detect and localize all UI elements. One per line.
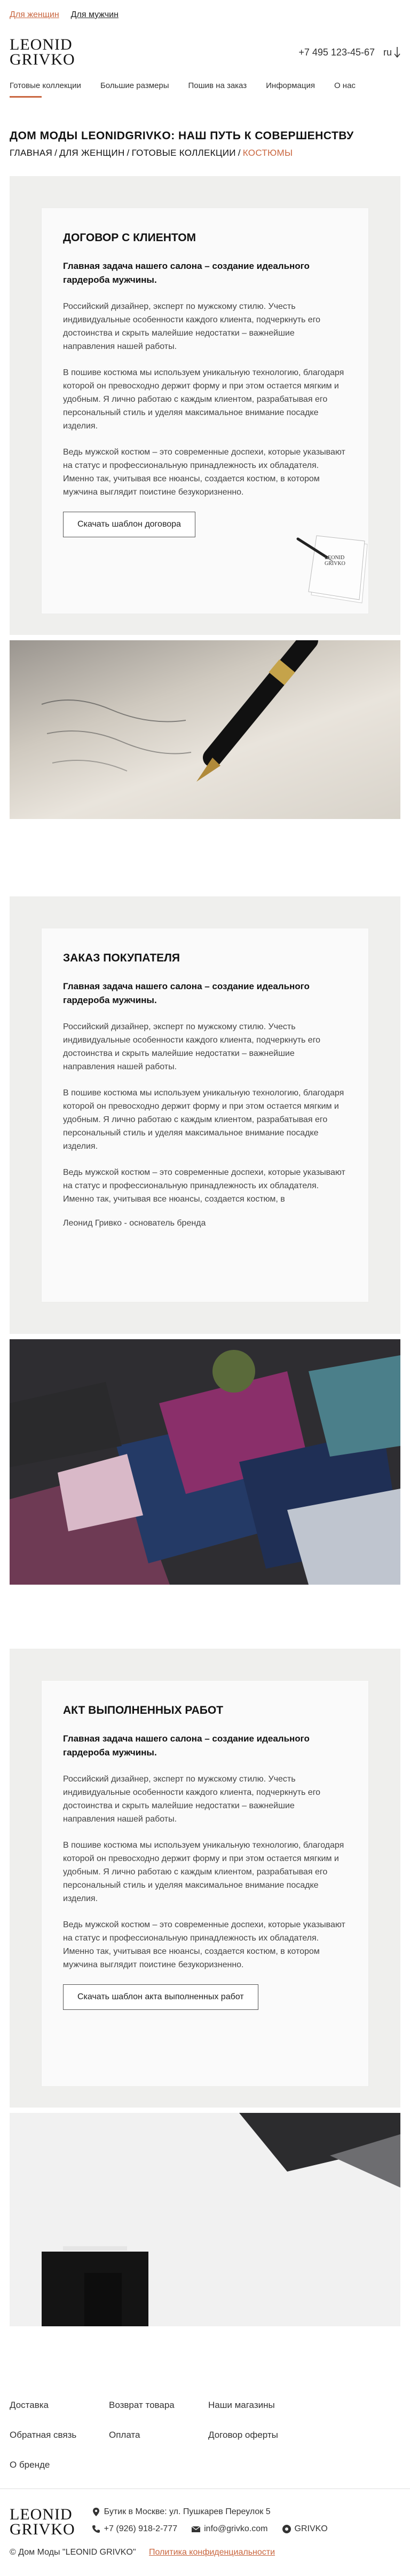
nav-ready-collections[interactable]: Готовые коллекции [10,81,81,90]
fabric-photo [10,1339,400,1585]
logo-line2: GRIVKO [10,2521,75,2538]
breadcrumb-separator: / [127,148,130,158]
page-title: ДОМ МОДЫ LEONIDGRIVKO: НАШ ПУТЬ К СОВЕРШ… [10,130,354,142]
notebook-photo [10,2113,400,2326]
section-lead: Главная задача нашего салона – создание … [63,981,310,1005]
nav-custom-tailoring[interactable]: Пошив на заказ [188,81,247,90]
footer-email[interactable]: info@grivko.com [191,2524,268,2534]
section-paragraph: Ведь мужской костюм – это современные до… [63,1168,345,1204]
social-text: GRIVKO [294,2524,328,2533]
phone-text: +7 (926) 918-2-777 [104,2524,178,2533]
footer: Доставка Возврат товара Наши магазины Об… [0,2390,410,2568]
phone-icon [92,2525,100,2533]
footer-address: Бутик в Москве: ул. Пушкарев Переулок 5 [91,2507,328,2517]
document-illustration: LEONID GRIVKO [287,528,378,608]
logo-line2: GRIVKO [10,51,75,68]
arrow-down-icon [394,47,400,58]
privacy-policy-link[interactable]: Политика конфиденциальности [149,2548,275,2557]
author-signature: Леонид Гривко - основатель бренда [63,1219,206,1228]
section-paragraph: В пошиве костюма мы используем уникальну… [63,1841,344,1903]
email-text: info@grivko.com [204,2524,268,2533]
nav-information[interactable]: Информация [266,81,315,90]
breadcrumb-collections[interactable]: ГОТОВЫЕ КОЛЛЕКЦИИ [132,148,236,158]
nav-large-sizes[interactable]: Большие размеры [100,81,169,90]
section-paragraph: Российский дизайнер, эксперт по мужскому… [63,1022,321,1071]
section-paragraph: Российский дизайнер, эксперт по мужскому… [63,302,321,351]
instagram-icon [282,2525,291,2533]
section-lead: Главная задача нашего салона – создание … [63,261,310,285]
footer-link-returns[interactable]: Возврат товара [109,2390,208,2420]
breadcrumb: ГЛАВНАЯ / ДЛЯ ЖЕНЩИН / ГОТОВЫЕ КОЛЛЕКЦИИ / КОС… [0,148,410,158]
footer-copyright-row: © Дом Моды "LEONID GRIVKO" Политика конф… [0,2537,410,2568]
gender-switch: Для женщин Для мужчин [0,0,410,30]
language-label: ru [383,46,392,58]
section-paragraph: Ведь мужской костюм – это современные до… [63,1920,345,1969]
footer-link-delivery[interactable]: Доставка [10,2390,109,2420]
section-acts: АКТ ВЫПОЛНЕННЫХ РАБОТ Главная задача наш… [10,1649,400,2108]
breadcrumb-separator: / [54,148,58,158]
section-contract: ДОГОВОР С КЛИЕНТОМ Главная задача нашего… [10,176,400,635]
address-text: Бутик в Москве: ул. Пушкарев Переулок 5 [104,2507,271,2516]
footer-link-offer[interactable]: Договор оферты [208,2420,308,2450]
language-select[interactable]: ru [383,46,400,58]
footer-contacts: LEONID GRIVKO Бутик в Москве: ул. Пушкар… [0,2489,410,2538]
section-paragraph: Ведь мужской костюм – это современные до… [63,448,345,497]
breadcrumb-separator: / [238,148,241,158]
pen-graphic [41,640,318,782]
phone-link[interactable]: +7 495 123-45-67 [298,47,375,58]
acts-card: АКТ ВЫПОЛНЕННЫХ РАБОТ Главная задача наш… [42,1681,368,2086]
men-link[interactable]: Для мужчин [71,10,119,20]
copyright-text: © Дом Моды "LEONID GRIVKO" [10,2548,136,2557]
logo-line1: LEONID [10,36,73,53]
footer-social[interactable]: GRIVKO [282,2524,328,2534]
footer-link-feedback[interactable]: Обратная связь [10,2420,109,2450]
footer-links: Доставка Возврат товара Наши магазины Об… [0,2390,410,2480]
download-contract-button[interactable]: Скачать шаблон договора [63,512,195,537]
location-pin-icon [92,2508,99,2516]
logo[interactable]: LEONID GRIVKO [10,36,75,68]
header: LEONID GRIVKO +7 495 123-45-67 ru [0,30,410,75]
women-link[interactable]: Для женщин [10,10,59,20]
breadcrumb-women[interactable]: ДЛЯ ЖЕНЩИН [59,148,124,158]
notebook-graphic [42,2113,400,2326]
footer-info: Бутик в Москве: ул. Пушкарев Переулок 5 … [91,2507,328,2534]
footer-link-about-brand[interactable]: О бренде [10,2450,109,2480]
footer-logo[interactable]: LEONID GRIVKO [10,2506,75,2538]
order-card: ЗАКАЗ ПОКУПАТЕЛЯ Главная задача нашего с… [42,928,368,1302]
section-paragraph: В пошиве костюма мы используем уникальну… [63,368,344,431]
section-lead: Главная задача нашего салона – создание … [63,1734,310,1758]
header-right: +7 495 123-45-67 ru [298,46,400,58]
section-title: ЗАКАЗ ПОКУПАТЕЛЯ [63,952,180,964]
nav-about[interactable]: О нас [334,81,356,90]
section-title: АКТ ВЫПОЛНЕННЫХ РАБОТ [63,1704,224,1716]
fabric-swatches-graphic [10,1339,400,1585]
email-icon [191,2526,201,2532]
footer-link-stores[interactable]: Наши магазины [208,2390,308,2420]
download-acts-button[interactable]: Скачать шаблон акта выполненных работ [63,1984,258,2010]
main-nav: Готовые коллекции Большие размеры Пошив … [0,75,410,96]
breadcrumb-current: КОСТЮМЫ [242,148,293,158]
footer-phone[interactable]: +7 (926) 918-2-777 [91,2524,177,2534]
section-paragraph: В пошиве костюма мы используем уникальну… [63,1088,344,1151]
section-order: ЗАКАЗ ПОКУПАТЕЛЯ Главная задача нашего с… [10,896,400,1334]
footer-link-payment[interactable]: Оплата [109,2420,208,2450]
section-title: ДОГОВОР С КЛИЕНТОМ [63,232,196,244]
pen-photo [10,640,400,819]
section-paragraph: Российский дизайнер, эксперт по мужскому… [63,1775,321,1824]
breadcrumb-home[interactable]: ГЛАВНАЯ [10,148,52,158]
document-label: LEONID GRIVKO [325,555,345,567]
document-pen-icon [296,535,368,603]
logo-line1: LEONID [10,2506,73,2523]
footer-contact-row: +7 (926) 918-2-777 info@grivko.com GRIVK… [91,2524,328,2534]
